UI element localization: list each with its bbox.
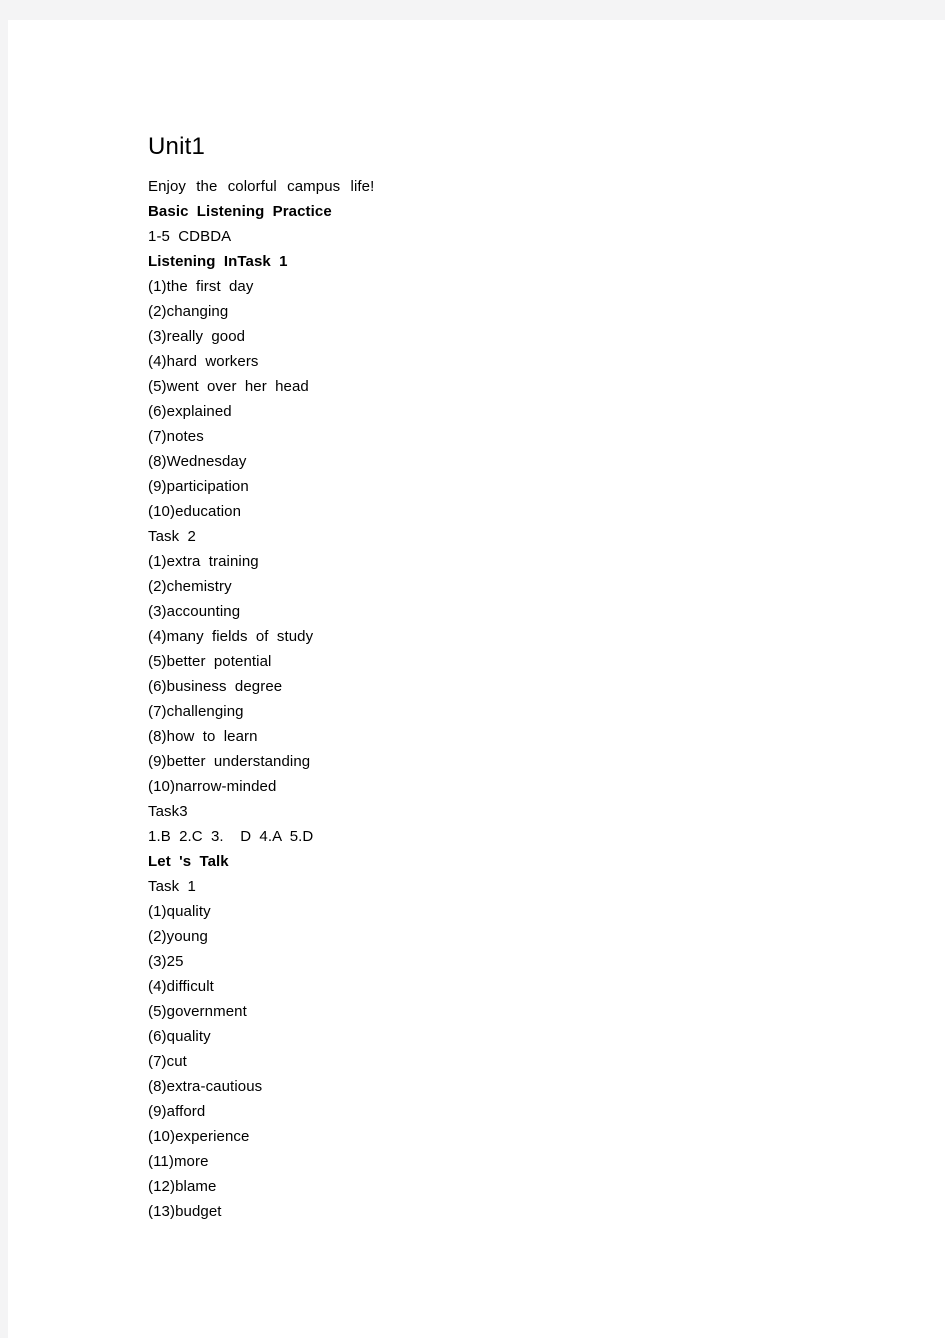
document-line: Enjoy the colorful campus life! bbox=[148, 178, 375, 195]
document-line: (8)how to learn bbox=[148, 728, 258, 745]
document-line: (7)challenging bbox=[148, 703, 244, 720]
document-line: (4)many fields of study bbox=[148, 628, 314, 645]
document-line: 1-5 CDBDA bbox=[148, 228, 232, 245]
document-line: (4)difficult bbox=[148, 978, 214, 995]
document-line: (1)extra training bbox=[148, 553, 259, 570]
document-line: (8)Wednesday bbox=[148, 453, 247, 470]
document-line: (12)blame bbox=[148, 1178, 217, 1195]
document-line: (4)hard workers bbox=[148, 353, 259, 370]
document-line: (5)better potential bbox=[148, 653, 272, 670]
document-line: Listening InTask 1 bbox=[148, 253, 288, 270]
document-line: (10)narrow-minded bbox=[148, 778, 277, 795]
document-line: (13)budget bbox=[148, 1203, 222, 1220]
document-line: (3)accounting bbox=[148, 603, 241, 620]
document-line: (6)explained bbox=[148, 403, 232, 420]
document-line: Task 2 bbox=[148, 528, 196, 545]
document-line: (7)notes bbox=[148, 428, 204, 445]
document-line: (8)extra-cautious bbox=[148, 1078, 263, 1095]
document-line: (5)went over her head bbox=[148, 378, 309, 395]
document-line: 1.B 2.C 3. D 4.A 5.D bbox=[148, 828, 314, 845]
document-line: (9)better understanding bbox=[148, 753, 311, 770]
document-line: (9)participation bbox=[148, 478, 249, 495]
page-title: Unit1 bbox=[148, 133, 206, 160]
document-line: (10)experience bbox=[148, 1128, 250, 1145]
document-line: Task3 bbox=[148, 803, 188, 820]
document-line: Let 's Talk bbox=[148, 853, 229, 870]
document-line: (3)really good bbox=[148, 328, 246, 345]
document-line: (10)education bbox=[148, 503, 242, 520]
document-line: (2)young bbox=[148, 928, 209, 945]
document-line: (1)quality bbox=[148, 903, 211, 920]
document-line: (2)chemistry bbox=[148, 578, 232, 595]
document-line: (1)the first day bbox=[148, 278, 254, 295]
document-line: (6)business degree bbox=[148, 678, 283, 695]
document-line: (9)afford bbox=[148, 1103, 206, 1120]
document-line: (5)government bbox=[148, 1003, 247, 1020]
answer-key-body: Enjoy the colorful campus life! Basic Lis… bbox=[148, 174, 848, 1224]
document-content: Unit1 Enjoy the colorful campus life! Bas… bbox=[148, 132, 848, 1224]
document-line: (7)cut bbox=[148, 1053, 187, 1070]
document-line: Task 1 bbox=[148, 878, 196, 895]
document-line: Basic Listening Practice bbox=[148, 203, 332, 220]
document-line: (11)more bbox=[148, 1153, 209, 1170]
document-page: Unit1 Enjoy the colorful campus life! Bas… bbox=[8, 20, 945, 1338]
document-line: (6)quality bbox=[148, 1028, 211, 1045]
document-line: (2)changing bbox=[148, 303, 229, 320]
document-line: (3)25 bbox=[148, 953, 184, 970]
